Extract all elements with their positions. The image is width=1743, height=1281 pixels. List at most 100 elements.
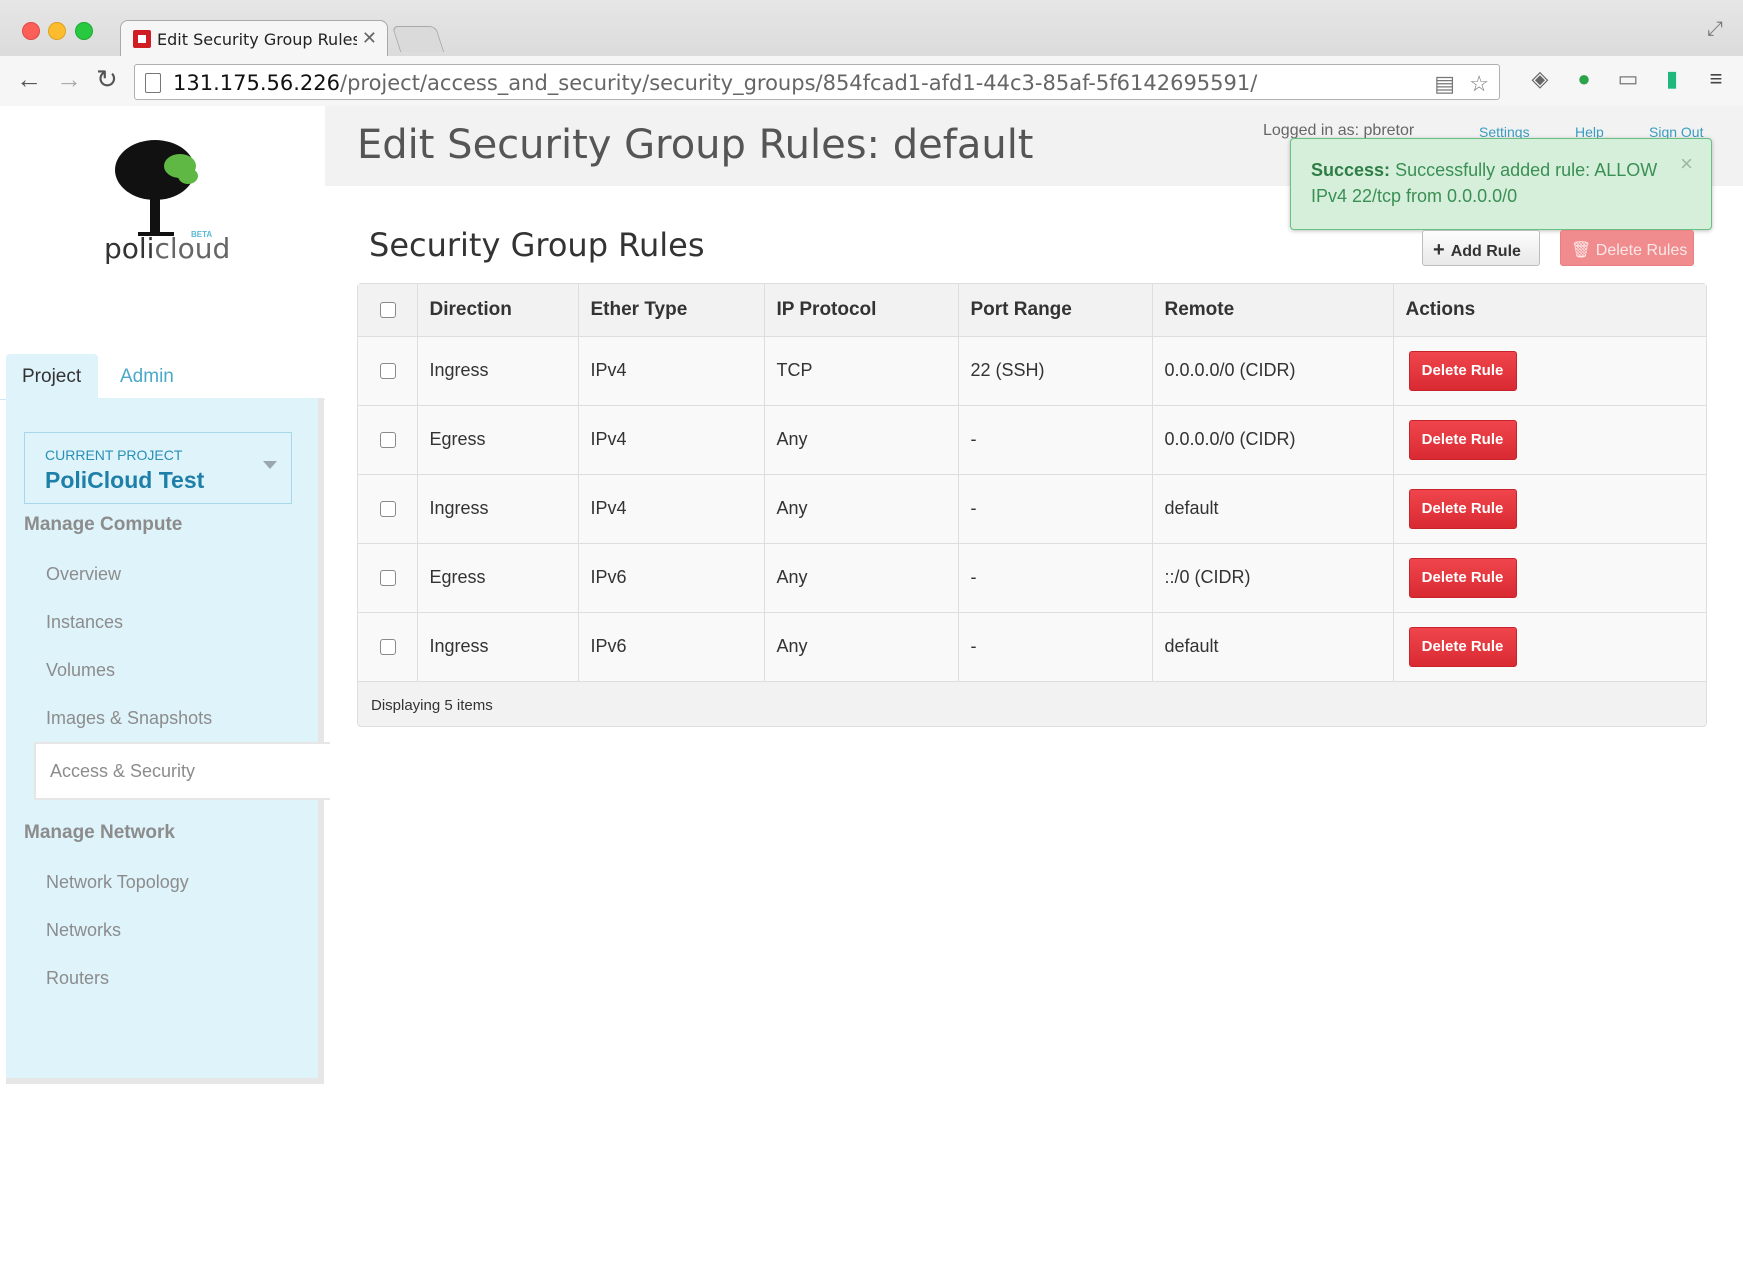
nav-item-networks[interactable]: Networks — [46, 920, 121, 941]
extension-diamond-icon[interactable]: ◈ — [1526, 66, 1554, 94]
tab-admin[interactable]: Admin — [104, 354, 190, 400]
cell-direction: Ingress — [417, 474, 579, 544]
cell-ip-protocol: TCP — [764, 336, 959, 406]
add-rule-button[interactable]: + Add Rule — [1422, 230, 1540, 266]
fullscreen-icon[interactable]: ⤢ — [1707, 18, 1723, 41]
cell-ether-type: IPv4 — [578, 336, 765, 406]
row-checkbox[interactable] — [380, 431, 396, 448]
window-zoom-button[interactable] — [75, 22, 93, 40]
col-actions: Actions — [1393, 284, 1706, 337]
favicon-icon — [133, 30, 151, 48]
window-minimize-button[interactable] — [48, 22, 66, 40]
trash-icon: 🗑 — [1571, 242, 1592, 259]
url-text: 131.175.56.226/project/access_and_securi… — [173, 71, 1258, 95]
address-bar[interactable]: 131.175.56.226/project/access_and_securi… — [134, 64, 1500, 100]
table-row: Egress IPv6 Any - ::/0 (CIDR) Delete Rul… — [358, 543, 1706, 613]
nav-item-volumes[interactable]: Volumes — [46, 660, 115, 681]
cell-direction: Ingress — [417, 336, 579, 406]
section-title: Security Group Rules — [369, 226, 705, 264]
cell-ip-protocol: Any — [764, 474, 959, 544]
menu-icon[interactable]: ≡ — [1702, 66, 1730, 94]
beta-badge: BETA — [191, 230, 213, 239]
cell-remote: 0.0.0.0/0 (CIDR) — [1152, 336, 1394, 406]
cell-direction: Ingress — [417, 612, 579, 682]
col-ip-protocol[interactable]: IP Protocol — [764, 284, 959, 337]
delete-rule-button[interactable]: Delete Rule — [1408, 419, 1517, 460]
nav-item-images-snapshots[interactable]: Images & Snapshots — [46, 708, 212, 729]
nav-item-instances[interactable]: Instances — [46, 612, 123, 633]
row-checkbox[interactable] — [380, 569, 396, 586]
success-alert: Success: Successfully added rule: ALLOW … — [1290, 138, 1712, 230]
table-row: Ingress IPv4 TCP 22 (SSH) 0.0.0.0/0 (CID… — [358, 336, 1706, 406]
extension-bars-icon[interactable]: ▮ — [1658, 66, 1686, 94]
cell-actions: Delete Rule — [1393, 405, 1706, 475]
row-select-cell — [358, 336, 418, 406]
cell-remote: default — [1152, 474, 1394, 544]
delete-rule-button[interactable]: Delete Rule — [1408, 350, 1517, 391]
col-remote[interactable]: Remote — [1152, 284, 1394, 337]
browser-tab[interactable]: Edit Security Group Rules - ✕ — [120, 20, 388, 56]
current-project-label: CURRENT PROJECT — [45, 447, 183, 463]
table-row: Egress IPv4 Any - 0.0.0.0/0 (CIDR) Delet… — [358, 405, 1706, 475]
row-select-cell — [358, 474, 418, 544]
cell-ether-type: IPv6 — [578, 612, 765, 682]
nav-item-network-topology[interactable]: Network Topology — [46, 872, 189, 893]
cell-remote: 0.0.0.0/0 (CIDR) — [1152, 405, 1394, 475]
forward-icon[interactable]: → — [56, 64, 82, 95]
select-all-checkbox[interactable] — [380, 301, 396, 318]
cell-direction: Egress — [417, 405, 579, 475]
row-checkbox[interactable] — [380, 500, 396, 517]
row-checkbox[interactable] — [380, 362, 396, 379]
cell-ether-type: IPv4 — [578, 474, 765, 544]
select-all-cell — [358, 284, 418, 337]
row-select-cell — [358, 405, 418, 475]
row-select-cell — [358, 543, 418, 613]
delete-rules-button[interactable]: 🗑 Delete Rules — [1560, 230, 1694, 266]
cell-actions: Delete Rule — [1393, 336, 1706, 406]
cell-actions: Delete Rule — [1393, 612, 1706, 682]
cell-remote: default — [1152, 612, 1394, 682]
tab-title: Edit Security Group Rules - — [157, 30, 357, 49]
cell-actions: Delete Rule — [1393, 543, 1706, 613]
cell-direction: Egress — [417, 543, 579, 613]
row-select-cell — [358, 612, 418, 682]
cell-ether-type: IPv6 — [578, 543, 765, 613]
col-direction[interactable]: Direction — [417, 284, 579, 337]
new-tab-button[interactable] — [391, 26, 445, 52]
reload-icon[interactable]: ↻ — [96, 64, 118, 95]
nav-item-routers[interactable]: Routers — [46, 968, 109, 989]
cell-actions: Delete Rule — [1393, 474, 1706, 544]
delete-rule-button[interactable]: Delete Rule — [1408, 488, 1517, 529]
row-checkbox[interactable] — [380, 638, 396, 655]
nav-header-network: Manage Network — [24, 822, 175, 843]
close-icon[interactable]: × — [1680, 151, 1693, 177]
html-extension-icon[interactable]: ▤ — [1434, 71, 1455, 97]
tab-close-icon[interactable]: ✕ — [362, 28, 377, 49]
delete-rule-button[interactable]: Delete Rule — [1408, 626, 1517, 667]
hangouts-icon[interactable]: ● — [1570, 66, 1598, 94]
nav-item-overview[interactable]: Overview — [46, 564, 121, 585]
table-footer-count: Displaying 5 items — [371, 697, 493, 714]
tab-project[interactable]: Project — [6, 354, 98, 400]
chevron-down-icon — [263, 461, 277, 469]
nav-header-compute: Manage Compute — [24, 514, 183, 535]
bookmark-star-icon[interactable]: ☆ — [1469, 71, 1489, 97]
back-icon[interactable]: ← — [16, 64, 42, 95]
cell-port-range: - — [958, 474, 1153, 544]
cell-port-range: - — [958, 612, 1153, 682]
dashboard-tabs: Project Admin — [0, 342, 325, 400]
browser-toolbar: ← → ↻ 131.175.56.226/project/access_and_… — [0, 56, 1743, 106]
cell-port-range: 22 (SSH) — [958, 336, 1153, 406]
nav-item-access-security[interactable]: Access & Security — [34, 742, 330, 800]
delete-rule-button[interactable]: Delete Rule — [1408, 557, 1517, 598]
project-switcher[interactable]: CURRENT PROJECT PoliCloud Test — [24, 432, 292, 504]
cast-icon[interactable]: ▭ — [1614, 66, 1642, 94]
window-close-button[interactable] — [22, 22, 40, 40]
col-ether-type[interactable]: Ether Type — [578, 284, 765, 337]
page-icon — [145, 73, 161, 93]
col-port-range[interactable]: Port Range — [958, 284, 1153, 337]
browser-chrome: Edit Security Group Rules - ✕ ⤢ ← → ↻ 13… — [0, 0, 1743, 106]
sidebar: policloud BETA Project Admin CURRENT PRO… — [0, 106, 330, 1084]
cell-remote: ::/0 (CIDR) — [1152, 543, 1394, 613]
alert-message: Success: Successfully added rule: ALLOW … — [1311, 160, 1658, 206]
